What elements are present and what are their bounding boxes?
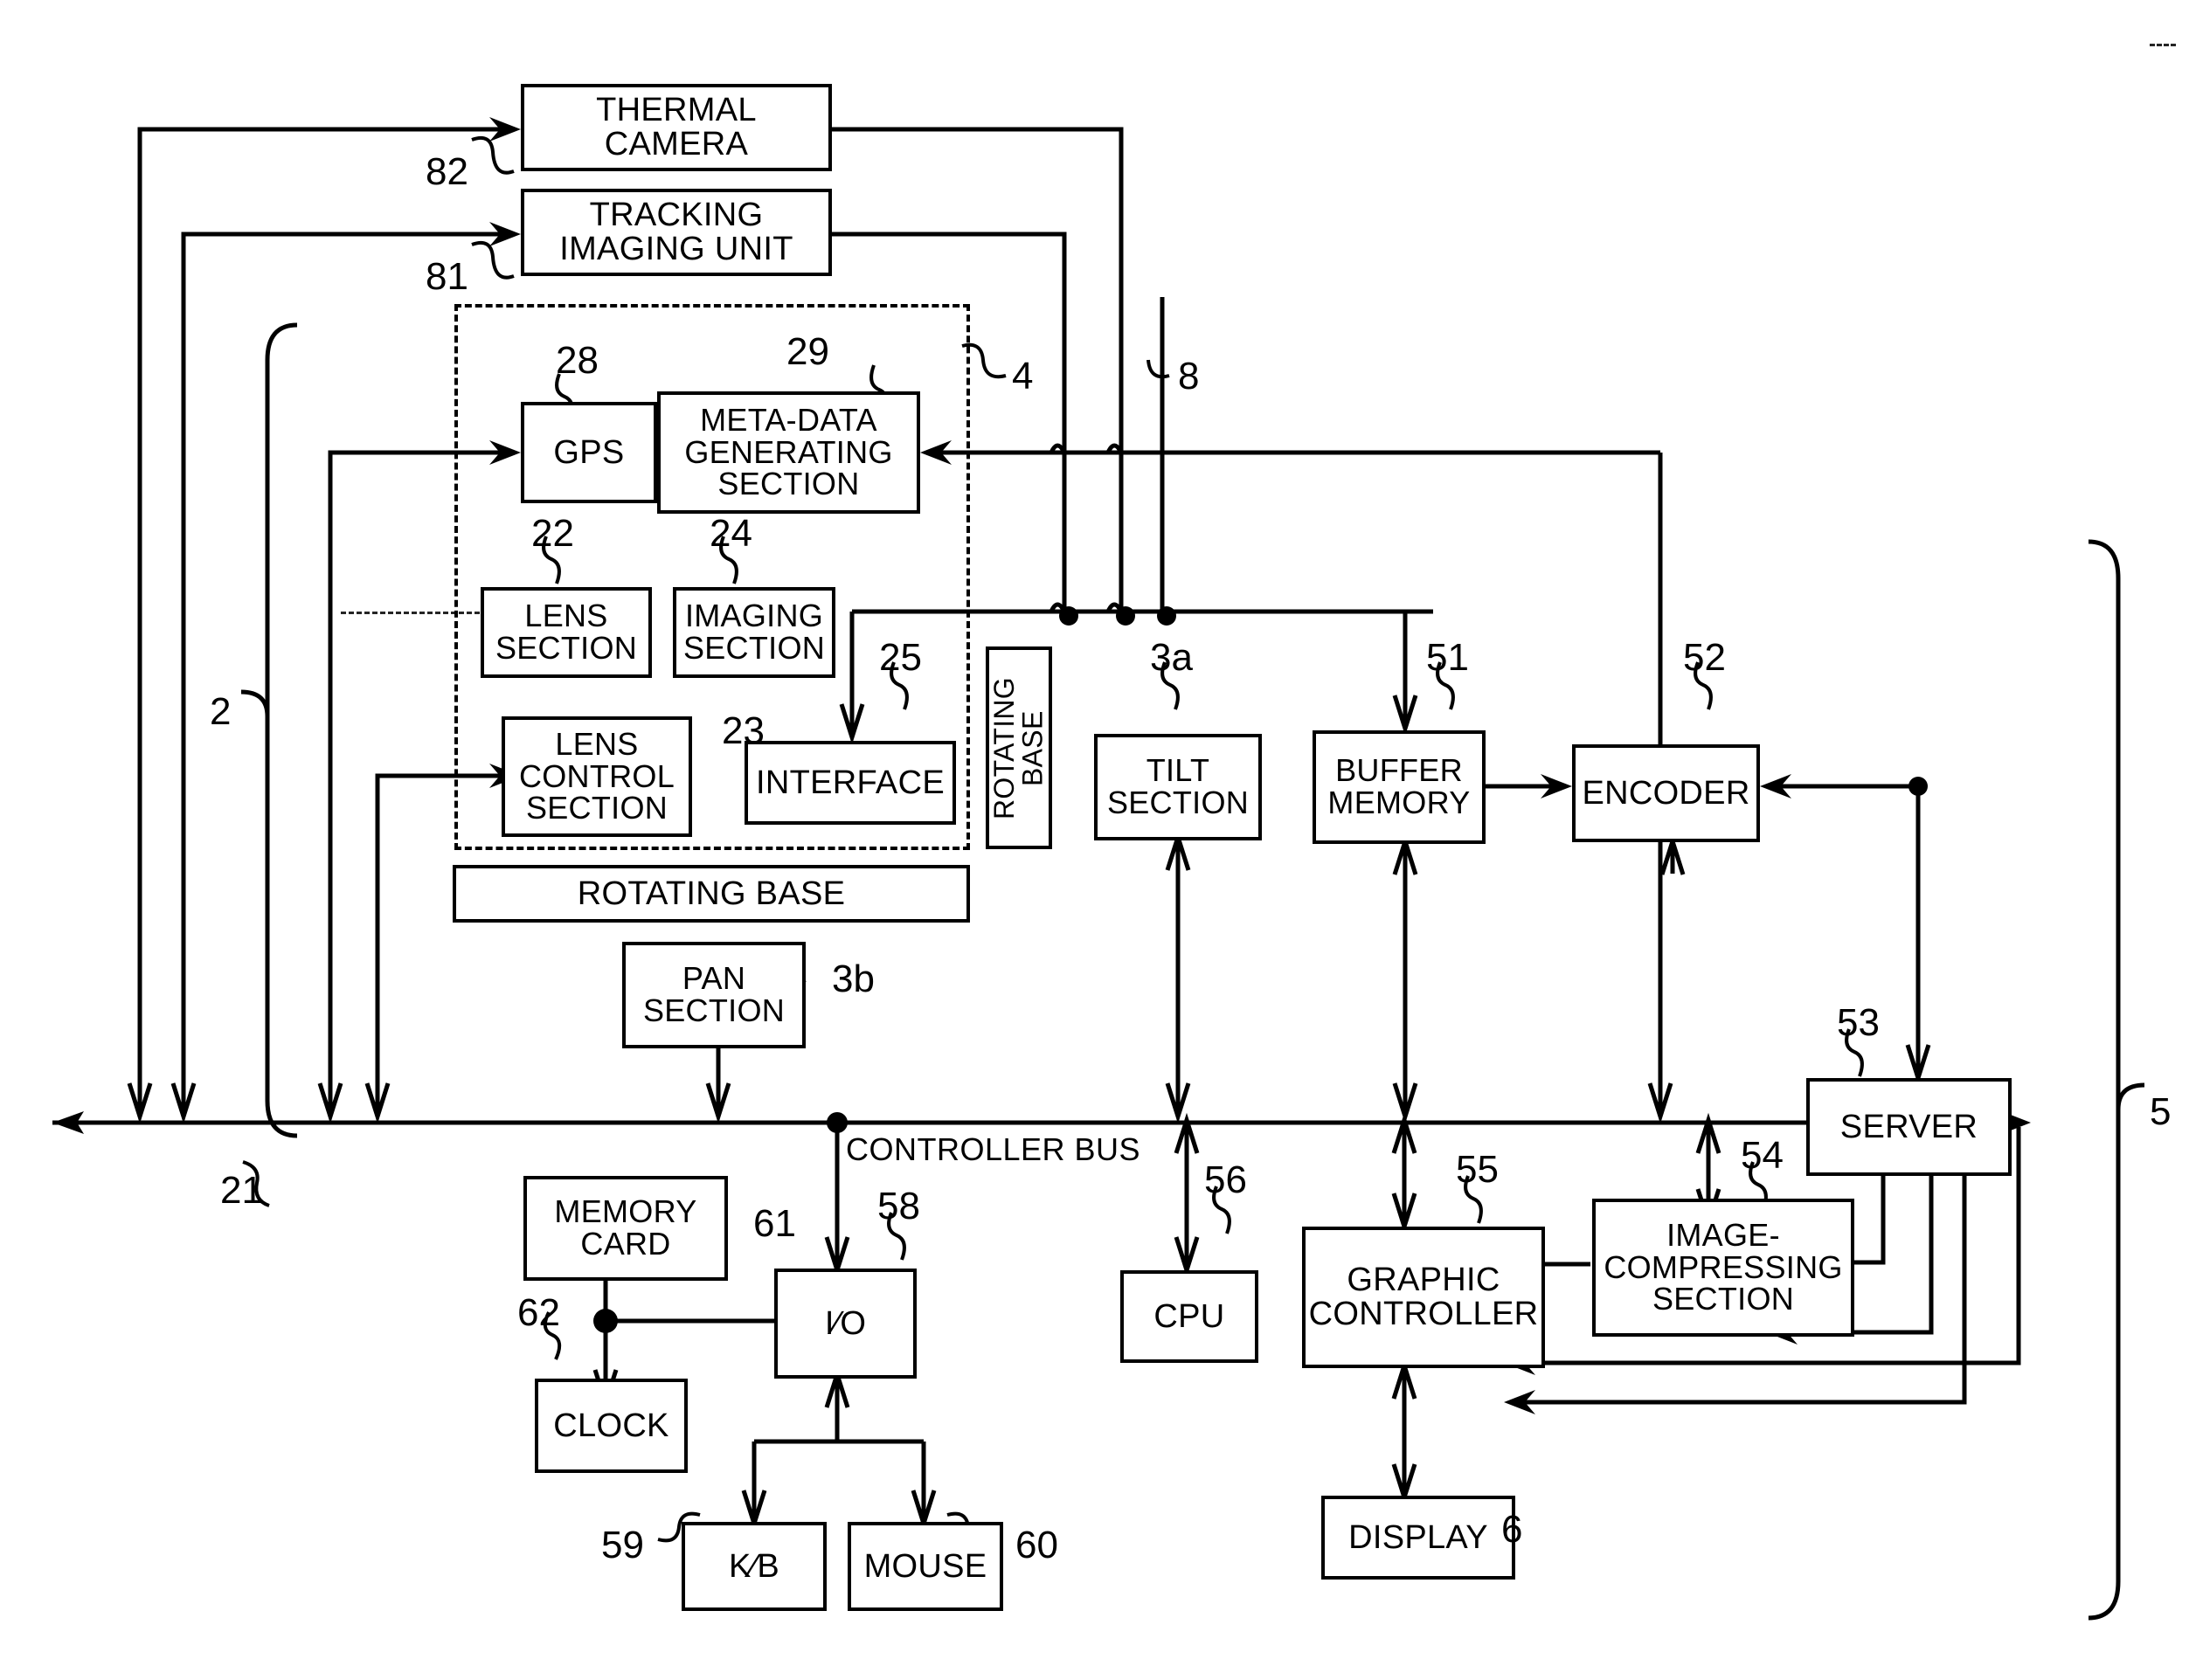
ref-24: 24 [710, 512, 752, 555]
block-thermal-camera-label: THERMAL CAMERA [596, 92, 757, 162]
block-buffer-memory[interactable]: BUFFER MEMORY [1313, 730, 1486, 844]
controller-bus-label: CONTROLLER BUS [846, 1131, 1141, 1167]
ref-58: 58 [877, 1185, 920, 1227]
block-image-compressing-section[interactable]: IMAGE- COMPRESSING SECTION [1592, 1199, 1854, 1337]
junction-dot [1157, 606, 1176, 626]
block-imaging-section[interactable]: IMAGING SECTION [673, 587, 835, 678]
block-pan-section[interactable]: PAN SECTION [622, 942, 806, 1048]
ref-6: 6 [1501, 1508, 1523, 1551]
block-gps[interactable]: GPS [521, 402, 657, 503]
block-rotating-base-wide[interactable]: ROTATING BASE [453, 865, 970, 923]
junction-dot [1116, 606, 1135, 626]
block-tracking-imaging-unit-label: TRACKING IMAGING UNIT [559, 197, 793, 267]
block-graphic-controller-label: GRAPHIC CONTROLLER [1308, 1262, 1539, 1332]
block-lens-section-label: LENS SECTION [495, 598, 638, 666]
block-cpu[interactable]: CPU [1120, 1270, 1258, 1363]
block-io[interactable]: I∕O [774, 1269, 917, 1379]
block-tilt-section-label: TILT SECTION [1106, 752, 1250, 820]
block-rotating-base-vertical-label: ROTATING BASE [988, 676, 1049, 819]
block-display-label: DISPLAY [1348, 1518, 1488, 1556]
block-clock-label: CLOCK [553, 1407, 669, 1444]
ref-62: 62 [517, 1291, 560, 1334]
ref-59: 59 [601, 1524, 644, 1566]
ref-23: 23 [722, 709, 765, 752]
block-clock[interactable]: CLOCK [535, 1379, 688, 1473]
ref-8: 8 [1178, 355, 1200, 398]
block-tilt-section[interactable]: TILT SECTION [1094, 734, 1262, 840]
block-pan-section-label: PAN SECTION [642, 960, 786, 1028]
block-meta-data-generating-section[interactable]: META-DATA GENERATING SECTION [657, 391, 920, 514]
block-meta-data-generating-section-label: META-DATA GENERATING SECTION [684, 401, 893, 502]
ref-22: 22 [531, 512, 574, 555]
block-lens-control-section-label: LENS CONTROL SECTION [518, 725, 675, 826]
ref-25: 25 [879, 636, 922, 679]
ref-3b: 3b [832, 958, 875, 1000]
ref-5: 5 [2150, 1090, 2172, 1133]
block-io-label: I∕O [824, 1304, 867, 1342]
block-rotating-base-wide-label: ROTATING BASE [577, 875, 846, 912]
ref-4: 4 [1012, 355, 1034, 398]
ref-60: 60 [1015, 1524, 1058, 1566]
block-server[interactable]: SERVER [1806, 1078, 2012, 1176]
ref-21: 21 [220, 1169, 263, 1212]
block-display[interactable]: DISPLAY [1321, 1496, 1515, 1580]
ref-55: 55 [1456, 1148, 1499, 1191]
ref-28: 28 [556, 339, 599, 382]
block-keyboard[interactable]: K∕B [682, 1522, 827, 1611]
diagram-canvas: THERMAL CAMERA TRACKING IMAGING UNIT GPS… [0, 0, 2189, 1680]
block-imaging-section-label: IMAGING SECTION [682, 598, 826, 666]
ref-29: 29 [786, 330, 829, 373]
ref-61: 61 [753, 1202, 796, 1245]
block-cpu-label: CPU [1153, 1297, 1225, 1335]
block-mouse[interactable]: MOUSE [848, 1522, 1003, 1611]
block-rotating-base-vertical[interactable]: ROTATING BASE [986, 646, 1052, 849]
ref-82: 82 [426, 150, 468, 193]
ref-81: 81 [426, 255, 468, 298]
dot-dash-artifact-2 [2150, 44, 2176, 46]
block-encoder-label: ENCODER [1582, 774, 1750, 812]
ref-52: 52 [1683, 636, 1726, 679]
block-server-label: SERVER [1839, 1108, 1978, 1145]
block-buffer-memory-label: BUFFER MEMORY [1327, 752, 1471, 820]
block-interface[interactable]: INTERFACE [745, 741, 956, 825]
block-encoder[interactable]: ENCODER [1572, 744, 1760, 842]
ref-3a: 3a [1150, 636, 1193, 679]
block-memory-card-label: MEMORY CARD [554, 1193, 697, 1262]
block-keyboard-label: K∕B [729, 1547, 779, 1585]
block-graphic-controller[interactable]: GRAPHIC CONTROLLER [1302, 1227, 1545, 1368]
block-interface-label: INTERFACE [756, 764, 945, 801]
ref-54: 54 [1741, 1134, 1784, 1177]
block-gps-label: GPS [553, 433, 625, 471]
ref-2: 2 [210, 690, 232, 733]
junction-dot [1059, 606, 1078, 626]
block-mouse-label: MOUSE [863, 1547, 987, 1585]
block-thermal-camera[interactable]: THERMAL CAMERA [521, 84, 832, 171]
block-image-compressing-section-label: IMAGE- COMPRESSING SECTION [1604, 1216, 1843, 1317]
block-lens-section[interactable]: LENS SECTION [481, 587, 652, 678]
ref-53: 53 [1837, 1001, 1880, 1044]
block-lens-control-section[interactable]: LENS CONTROL SECTION [502, 716, 692, 837]
ref-56: 56 [1204, 1158, 1247, 1201]
block-memory-card[interactable]: MEMORY CARD [523, 1176, 728, 1281]
ref-51: 51 [1426, 636, 1469, 679]
block-tracking-imaging-unit[interactable]: TRACKING IMAGING UNIT [521, 189, 832, 276]
